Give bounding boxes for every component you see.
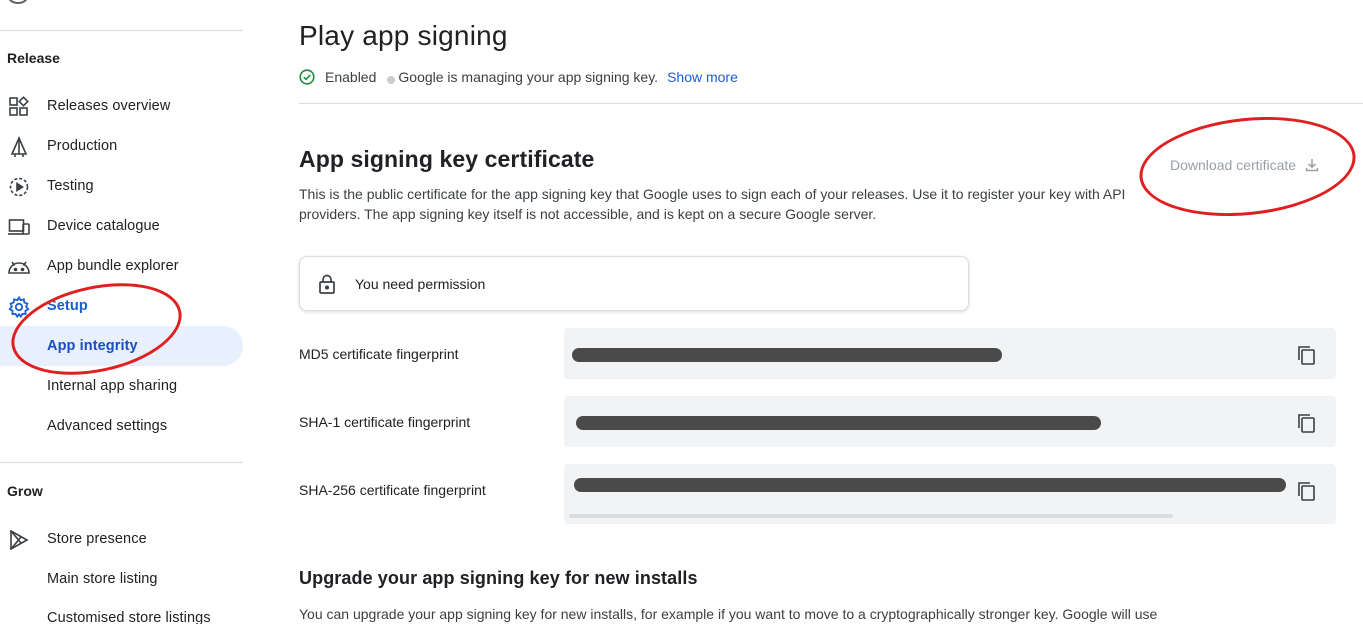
md5-label: MD5 certificate fingerprint — [299, 346, 459, 362]
sidebar-item-advanced-settings[interactable]: Advanced settings — [0, 406, 243, 446]
copy-icon[interactable] — [1296, 480, 1318, 502]
sidebar-item-label: Main store listing — [47, 571, 158, 587]
dashboard-icon — [8, 96, 30, 118]
sidebar-item-label: App bundle explorer — [47, 258, 179, 274]
show-more-link[interactable]: Show more — [667, 69, 738, 85]
sidebar-item-label: Store presence — [47, 531, 147, 547]
sidebar-item-app-bundle-explorer[interactable]: App bundle explorer — [0, 246, 243, 286]
sidebar-item-label: Releases overview — [47, 98, 171, 114]
sidebar-item-setup[interactable]: Setup — [0, 286, 243, 326]
sha256-label: SHA-256 certificate fingerprint — [299, 482, 486, 498]
sha1-label: SHA-1 certificate fingerprint — [299, 414, 471, 430]
sidebar-divider — [0, 30, 243, 31]
sidebar-item-internal-app-sharing[interactable]: Internal app sharing — [0, 366, 243, 406]
md5-fingerprint-field — [564, 328, 1336, 379]
upgrade-section-title: Upgrade your app signing key for new ins… — [299, 568, 698, 588]
sidebar-item-label: Internal app sharing — [47, 378, 178, 394]
page-title: Play app signing — [299, 20, 508, 51]
sidebar-item-store-presence[interactable]: Store presence — [0, 519, 243, 559]
sidebar-item-testing[interactable]: Testing — [0, 166, 243, 206]
copy-icon[interactable] — [1296, 412, 1318, 434]
upgrade-description: You can upgrade your app signing key for… — [299, 606, 1158, 622]
redacted-value — [576, 416, 1101, 430]
certificate-section-title: App signing key certificate — [299, 146, 595, 172]
testing-icon — [8, 176, 30, 198]
check-circle-icon — [299, 69, 315, 85]
status-detail: Google is managing your app signing key. — [398, 69, 659, 85]
sidebar-item-label: Setup — [47, 298, 88, 314]
sidebar-item-label: Production — [47, 138, 118, 154]
separator-dot — [387, 75, 396, 84]
sidebar-item-label: Device catalogue — [47, 218, 160, 234]
android-icon — [8, 256, 30, 278]
status-row: Enabled Google is managing your app sign… — [299, 67, 738, 87]
lock-icon — [319, 274, 335, 294]
permission-notice: You need permission — [299, 256, 969, 311]
main-content: Play app signing Enabled Google is manag… — [299, 0, 1363, 624]
redacted-value — [572, 348, 1002, 362]
download-certificate-label: Download certificate — [1170, 157, 1297, 173]
gear-icon — [8, 295, 30, 319]
horizontal-scrollbar[interactable] — [569, 514, 1173, 518]
sidebar-item-device-catalogue[interactable]: Device catalogue — [0, 206, 243, 246]
sidebar-item-main-store-listing[interactable]: Main store listing — [0, 559, 243, 599]
permission-text: You need permission — [355, 276, 486, 292]
sha256-fingerprint-field — [564, 464, 1336, 524]
devices-icon — [8, 216, 30, 238]
divider — [299, 103, 1363, 104]
redacted-value — [574, 478, 1286, 492]
production-icon — [8, 136, 30, 158]
scrolled-off-icon — [8, 0, 28, 4]
sidebar-item-releases-overview[interactable]: Releases overview — [0, 86, 243, 126]
sidebar-item-label: Advanced settings — [47, 418, 168, 434]
section-heading-grow: Grow — [7, 483, 43, 499]
sidebar-divider — [0, 462, 243, 463]
sidebar-item-label: App integrity — [47, 338, 138, 354]
sidebar: Release Releases overview Production Tes… — [0, 0, 244, 624]
sidebar-item-customised-store-listings[interactable]: Customised store listings — [0, 598, 243, 624]
status-text: Enabled — [325, 69, 377, 85]
certificate-description: This is the public certificate for the a… — [299, 186, 1126, 222]
sha1-fingerprint-field — [564, 396, 1336, 447]
sidebar-item-app-integrity[interactable]: App integrity — [0, 326, 243, 366]
sidebar-item-label: Testing — [47, 178, 94, 194]
copy-icon[interactable] — [1296, 344, 1318, 366]
download-certificate-button[interactable]: Download certificate — [1170, 155, 1319, 175]
play-icon — [8, 529, 30, 551]
sidebar-item-production[interactable]: Production — [0, 126, 243, 166]
download-icon — [1305, 159, 1319, 172]
section-heading-release: Release — [7, 50, 60, 66]
sidebar-item-label: Customised store listings — [47, 610, 211, 624]
